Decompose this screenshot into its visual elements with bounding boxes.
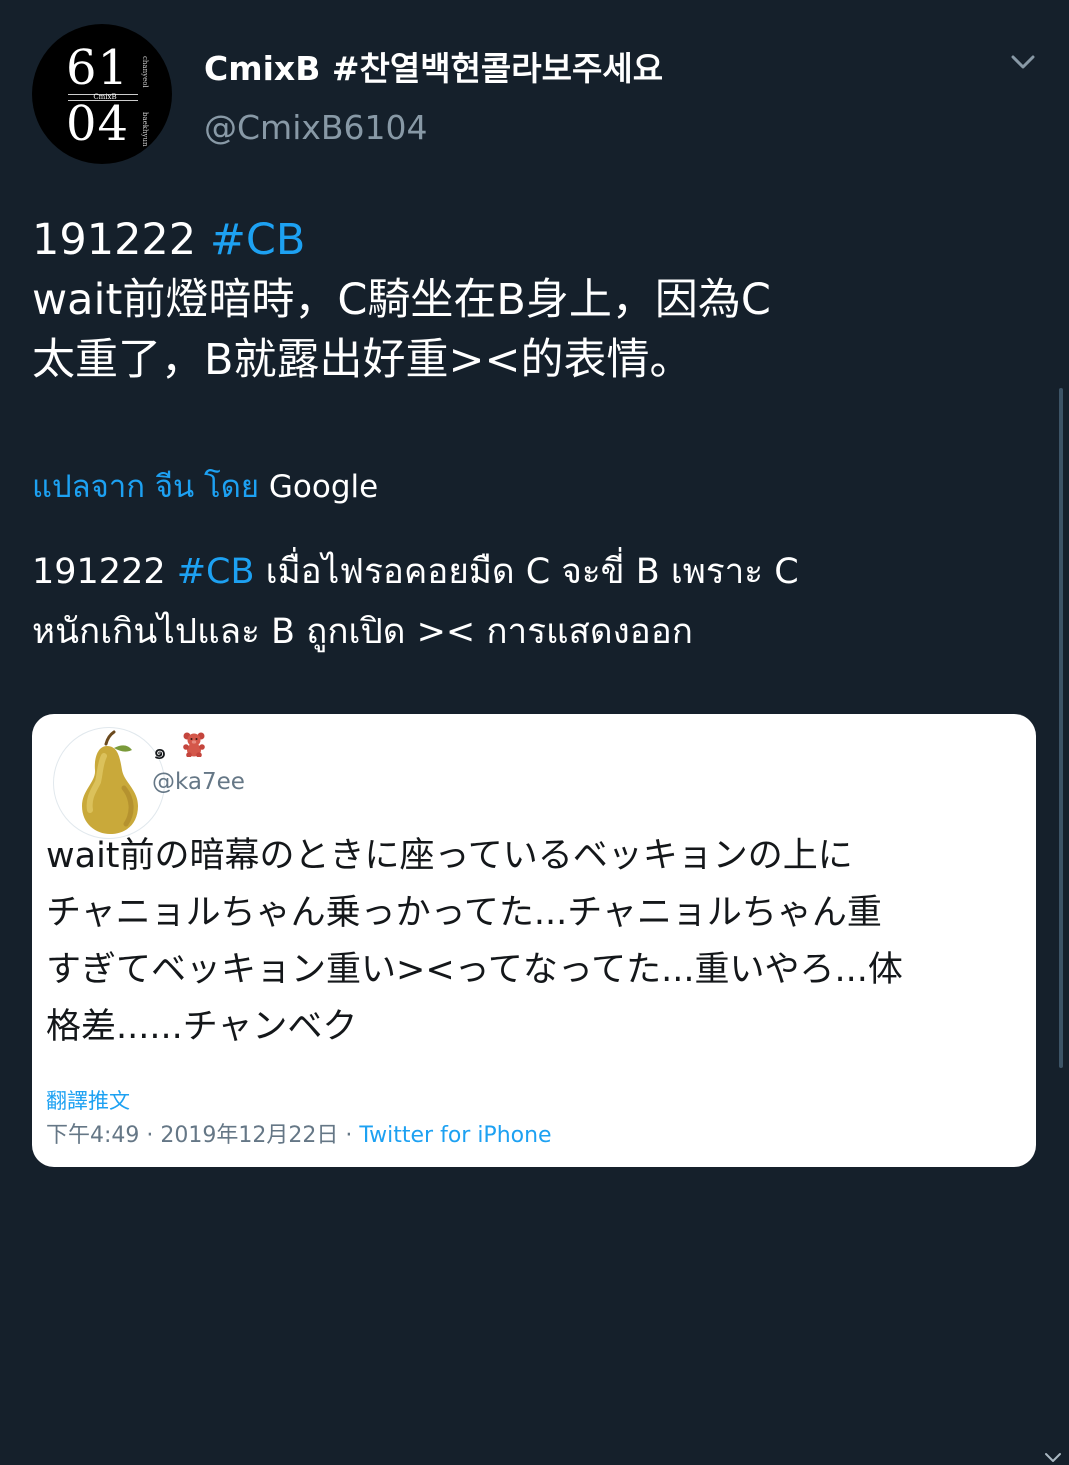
quoted-text-line: チャニョルちゃん乗っかってた...チャニョルちゃん重: [46, 893, 882, 933]
avatar-side-text-bottom: baekhyun: [141, 112, 149, 147]
avatar-top-number: 61: [66, 40, 130, 96]
translation-line: 191222 #CB เมื่อไฟรอคอยมืด C จะขี่ B เพร…: [32, 552, 799, 592]
hashtag-link[interactable]: #CB: [210, 215, 306, 265]
translate-tweet-link[interactable]: 翻譯推文: [46, 1085, 130, 1115]
tweet-text: 191222 #CB wait前燈暗時，C騎坐在B身上，因為C 太重了，B就露出…: [32, 210, 1042, 390]
quoted-tweet-timestamp[interactable]: 下午4:49 · 2019年12月22日 ·: [46, 1123, 359, 1148]
quoted-text-line: wait前の暗幕のときに座っているベッキョンの上に: [46, 836, 853, 876]
translation-notice: แปลจาก จีน โดย Google: [32, 467, 378, 507]
quoted-tweet-card[interactable]: ๑ @ka7ee wait前の暗幕のときに座っているベッキョンの上に チャニョル…: [32, 714, 1061, 1462]
quoted-text-line: 格差......チャンベク: [46, 1007, 358, 1047]
quoted-author-name[interactable]: ๑: [153, 734, 167, 769]
tweet-line: wait前燈暗時，C騎坐在B身上，因為C: [32, 275, 771, 325]
tweet-source-link[interactable]: Twitter for iPhone: [359, 1123, 551, 1148]
quoted-author-avatar[interactable]: [53, 727, 165, 839]
quoted-author-handle[interactable]: @ka7ee: [152, 769, 245, 795]
tweet-line: 191222 #CB: [32, 215, 306, 265]
pear-icon: [82, 730, 138, 834]
avatar-side-text-top: chanyeol: [141, 56, 149, 88]
teddy-bear-icon: [183, 732, 205, 757]
chevron-down-icon[interactable]: [1010, 52, 1036, 72]
quoted-text-line: すぎてベッキョン重い><ってなってた...重いやろ...体: [46, 950, 903, 990]
scrollbar[interactable]: [1059, 388, 1063, 1068]
author-display-name[interactable]: CmixB #찬열백현콜라보주세요: [204, 42, 663, 90]
tweet-line: 太重了，B就露出好重><的表情。: [32, 335, 693, 385]
translation-source-link[interactable]: แปลจาก จีน โดย: [32, 469, 259, 505]
avatar-bottom-number: 04: [66, 96, 130, 152]
hashtag-link[interactable]: #CB: [177, 552, 255, 592]
translation-provider: Google: [268, 469, 379, 505]
translation-line: หนักเกินไปและ B ถูกเปิด >< การแสดงออก: [32, 612, 693, 652]
quoted-tweet-text: wait前の暗幕のときに座っているベッキョンの上に チャニョルちゃん乗っかってた…: [46, 828, 1026, 1056]
author-handle[interactable]: @CmixB6104: [204, 108, 428, 147]
chevron-down-icon[interactable]: [1044, 1451, 1062, 1465]
quoted-tweet-meta: 下午4:49 · 2019年12月22日 · Twitter for iPhon…: [46, 1117, 552, 1149]
author-avatar[interactable]: 61 CmixB 04 chanyeol baekhyun: [32, 24, 172, 164]
translated-text: 191222 #CB เมื่อไฟรอคอยมืด C จะขี่ B เพร…: [32, 542, 1042, 662]
